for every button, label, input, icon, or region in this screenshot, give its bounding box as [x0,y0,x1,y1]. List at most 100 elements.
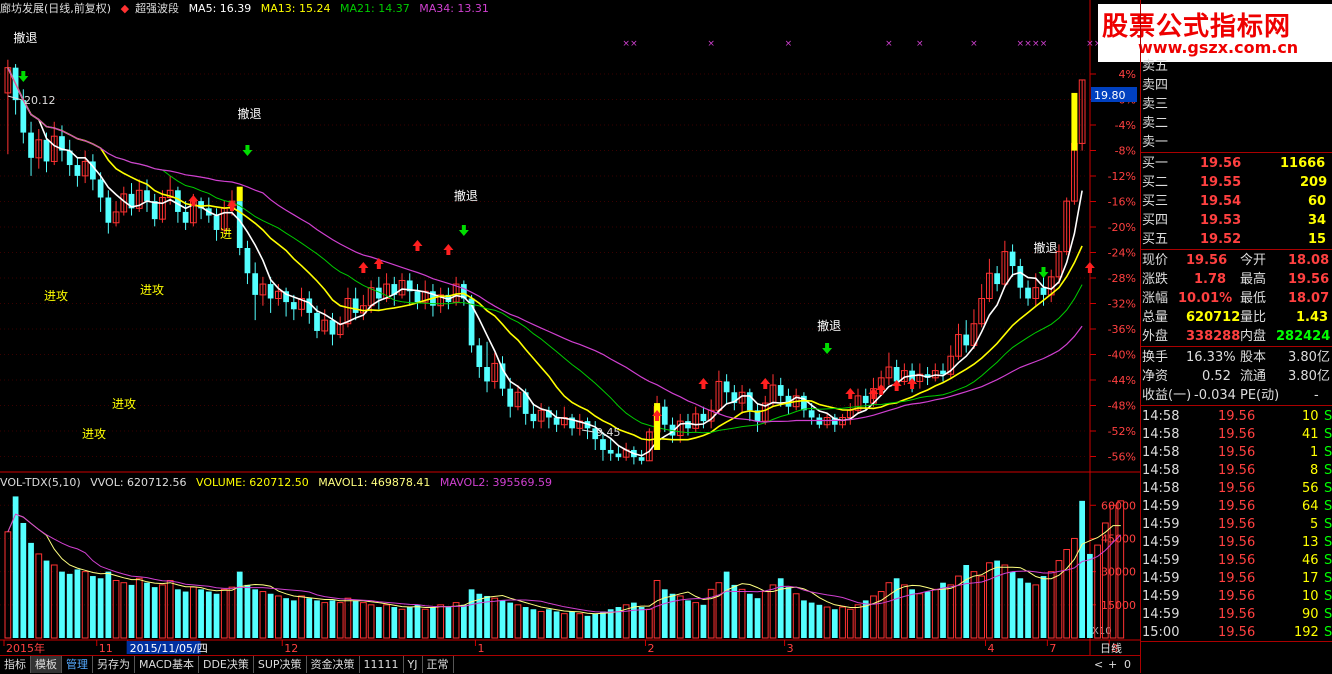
volume-bar [761,591,769,639]
ask1-label: 卖一 [1142,135,1169,150]
tab-template[interactable]: 模板 [31,656,62,673]
price-axis-label: -36% [1108,323,1136,336]
tab-manage[interactable]: 管理 [62,656,93,673]
tab-sup[interactable]: SUP决策 [254,656,307,673]
date-axis-label: 3 [787,642,794,655]
volume-bar [692,602,700,639]
candle-body [963,334,970,346]
volume-bar [909,589,915,638]
low-price-label: 9.45 [596,426,621,439]
price-axis-label: -48% [1108,400,1136,413]
attack-arrow-icon [1084,262,1095,273]
volume-bar [569,611,575,638]
volume-bar [738,588,746,639]
signal-x-marker: × [885,39,893,49]
candle-body [723,381,730,393]
volume-bar [1040,576,1047,638]
volume-bar [298,595,305,639]
volume-bar [499,600,506,638]
volume-bar [306,598,313,638]
volume-bar [808,602,815,638]
candle-body [615,453,622,458]
tab-macd[interactable]: MACD基本 [135,656,199,673]
volume-bar [963,565,970,638]
vol-name[interactable]: VOL-TDX(5,10) [0,476,81,489]
candle-body [105,197,112,223]
current-price-tag-label: 19.80 [1094,89,1126,102]
volume-bar [267,593,274,638]
volume-bar [947,584,955,639]
volume-bar [314,600,320,638]
volume-bar [785,587,792,638]
ma34-line [7,67,1083,423]
candle-body [244,248,251,274]
volume-bar [205,591,212,638]
volume-bar [97,578,104,638]
bottom-toolbar: 指标 模板 管理 另存为 MACD基本 DDE决策 SUP决策 资金决策 11111 YJ 正常 [0,655,1140,674]
tab-indicator[interactable]: 指标 [0,656,31,673]
volume-bar [1001,564,1009,639]
volume-bar [560,613,568,639]
trade-row: 14:59 19.56 46 S [1142,553,1332,568]
date-axis-label: 11 [99,642,113,655]
volume-bar [430,607,436,638]
indicator-name[interactable]: 超强波段 [135,2,179,15]
volume-bar [638,607,645,638]
volume-bar [35,553,43,639]
stock-title[interactable]: 廊坊发展(日线,前复权) [0,2,111,15]
volume-bar [854,604,862,639]
candle-body [893,367,900,382]
signal-bar [236,186,243,202]
tab-11111[interactable]: 11111 [360,656,404,673]
signal-x-marker: × [1017,39,1025,49]
volume-bar [135,577,143,639]
signal-x-marker: × [970,39,978,49]
tab-yj[interactable]: YJ [404,656,423,673]
volume-bar [576,613,584,639]
candle-body [746,392,753,411]
volume-bar [916,593,924,639]
volume-bar [66,573,73,638]
volume-bar [792,593,800,639]
tab-dde[interactable]: DDE决策 [199,656,254,673]
volume-bar [924,591,931,638]
volume-bar [460,604,467,638]
candle-body [175,190,181,212]
candle-body [1025,287,1031,299]
zoom-reset-button[interactable]: 0 [1124,658,1131,671]
retreat-label: 撤退 [237,106,261,121]
volume-bar [81,571,89,639]
volume-label: VOLUME: 620712.50 [196,476,309,489]
price-axis-label: 4% [1119,68,1136,81]
attack-arrow-icon [358,262,369,273]
volume-bar [120,582,128,639]
volume-bar [468,589,475,638]
ask4-label: 卖四 [1142,78,1169,93]
tab-normal[interactable]: 正常 [423,656,454,673]
zoom-out-button[interactable]: < [1094,658,1103,671]
signal-x-marker: × [622,39,630,49]
candle-body [530,413,537,422]
tab-save-as[interactable]: 另存为 [93,656,135,673]
volume-bar [414,604,421,638]
retreat-label: 撤退 [454,188,478,203]
volume-bar [537,610,545,639]
volume-bar [175,589,181,638]
volume-bar [198,589,204,638]
trade-row: 15:00 19.56 192 S [1142,625,1332,640]
attack-arrow-icon [698,378,709,389]
volume-bar [59,571,65,638]
signal-x-marker: × [1024,39,1032,49]
ma21-line [7,67,1083,434]
volume-bar [1025,582,1031,638]
volume-bar [1047,571,1055,639]
tab-fund[interactable]: 资金决策 [307,656,360,673]
volume-bar [367,604,375,639]
kline-chart[interactable]: 4%0%-4%-8%-12%-16%-20%-24%-28%-32%-36%-4… [0,0,1140,655]
attack-label: 进攻 [82,427,106,441]
zoom-in-button[interactable]: + [1108,658,1117,671]
volume-bar [931,588,939,639]
volume-bar [4,531,12,639]
retreat-label: 撤退 [13,30,37,45]
attack-label: 进攻 [140,283,164,297]
